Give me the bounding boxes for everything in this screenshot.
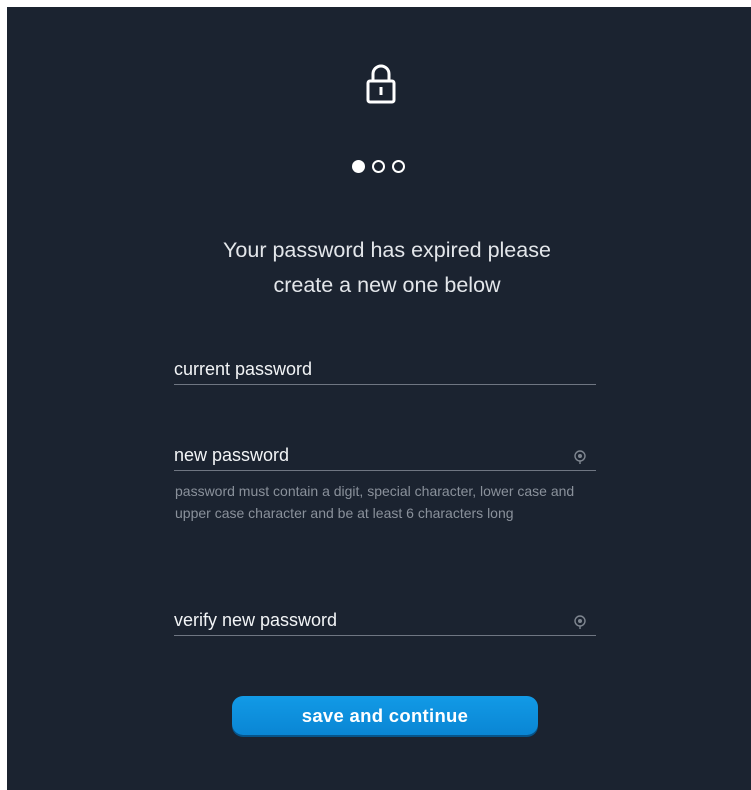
eye-icon[interactable] bbox=[573, 615, 587, 629]
step-dot bbox=[392, 160, 405, 173]
current-password-input[interactable] bbox=[174, 354, 554, 384]
step-dot-active bbox=[352, 160, 365, 173]
new-password-input[interactable] bbox=[174, 440, 554, 470]
save-and-continue-button[interactable]: save and continue bbox=[232, 696, 538, 735]
password-expired-panel: Your password has expired please create … bbox=[7, 7, 751, 790]
password-requirements-hint: password must contain a digit, special c… bbox=[175, 483, 575, 521]
verify-password-field bbox=[174, 605, 596, 636]
verify-password-input[interactable] bbox=[174, 605, 554, 635]
new-password-field bbox=[174, 440, 596, 471]
heading-line-1: Your password has expired please bbox=[223, 238, 551, 262]
current-password-field bbox=[174, 354, 596, 385]
lock-icon bbox=[366, 64, 396, 104]
page-heading: Your password has expired please create … bbox=[157, 233, 617, 303]
eye-icon[interactable] bbox=[573, 450, 587, 464]
step-dot bbox=[372, 160, 385, 173]
step-indicator bbox=[352, 160, 405, 173]
heading-line-2: create a new one below bbox=[273, 273, 501, 297]
